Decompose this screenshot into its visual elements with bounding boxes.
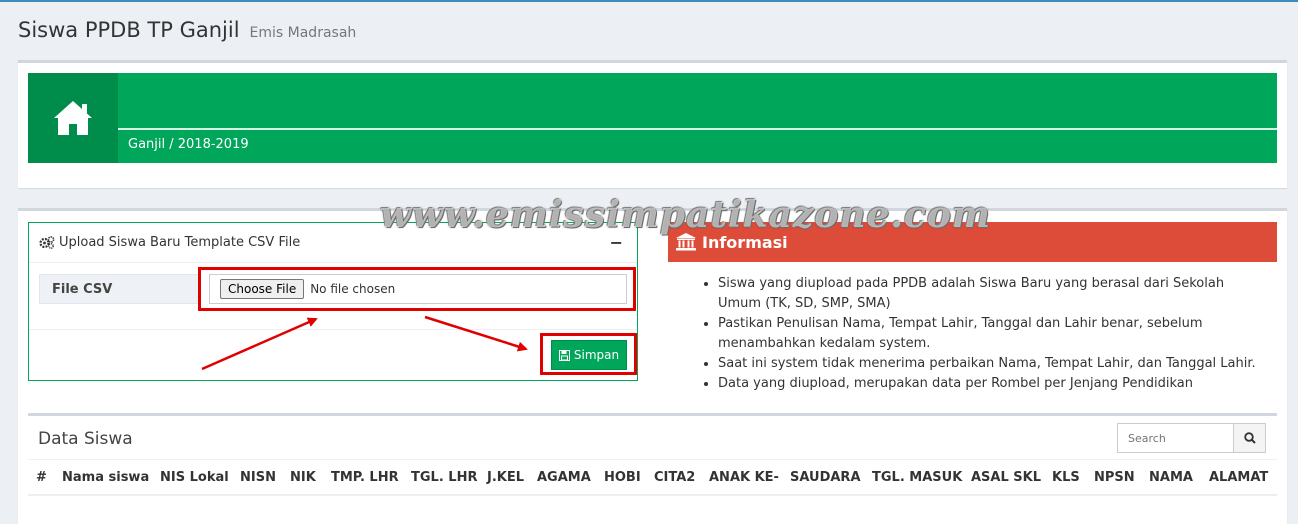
- arrow-to-file-input: [201, 317, 318, 371]
- arrow-to-save-button: [424, 315, 528, 352]
- annotation-arrows: [201, 315, 528, 371]
